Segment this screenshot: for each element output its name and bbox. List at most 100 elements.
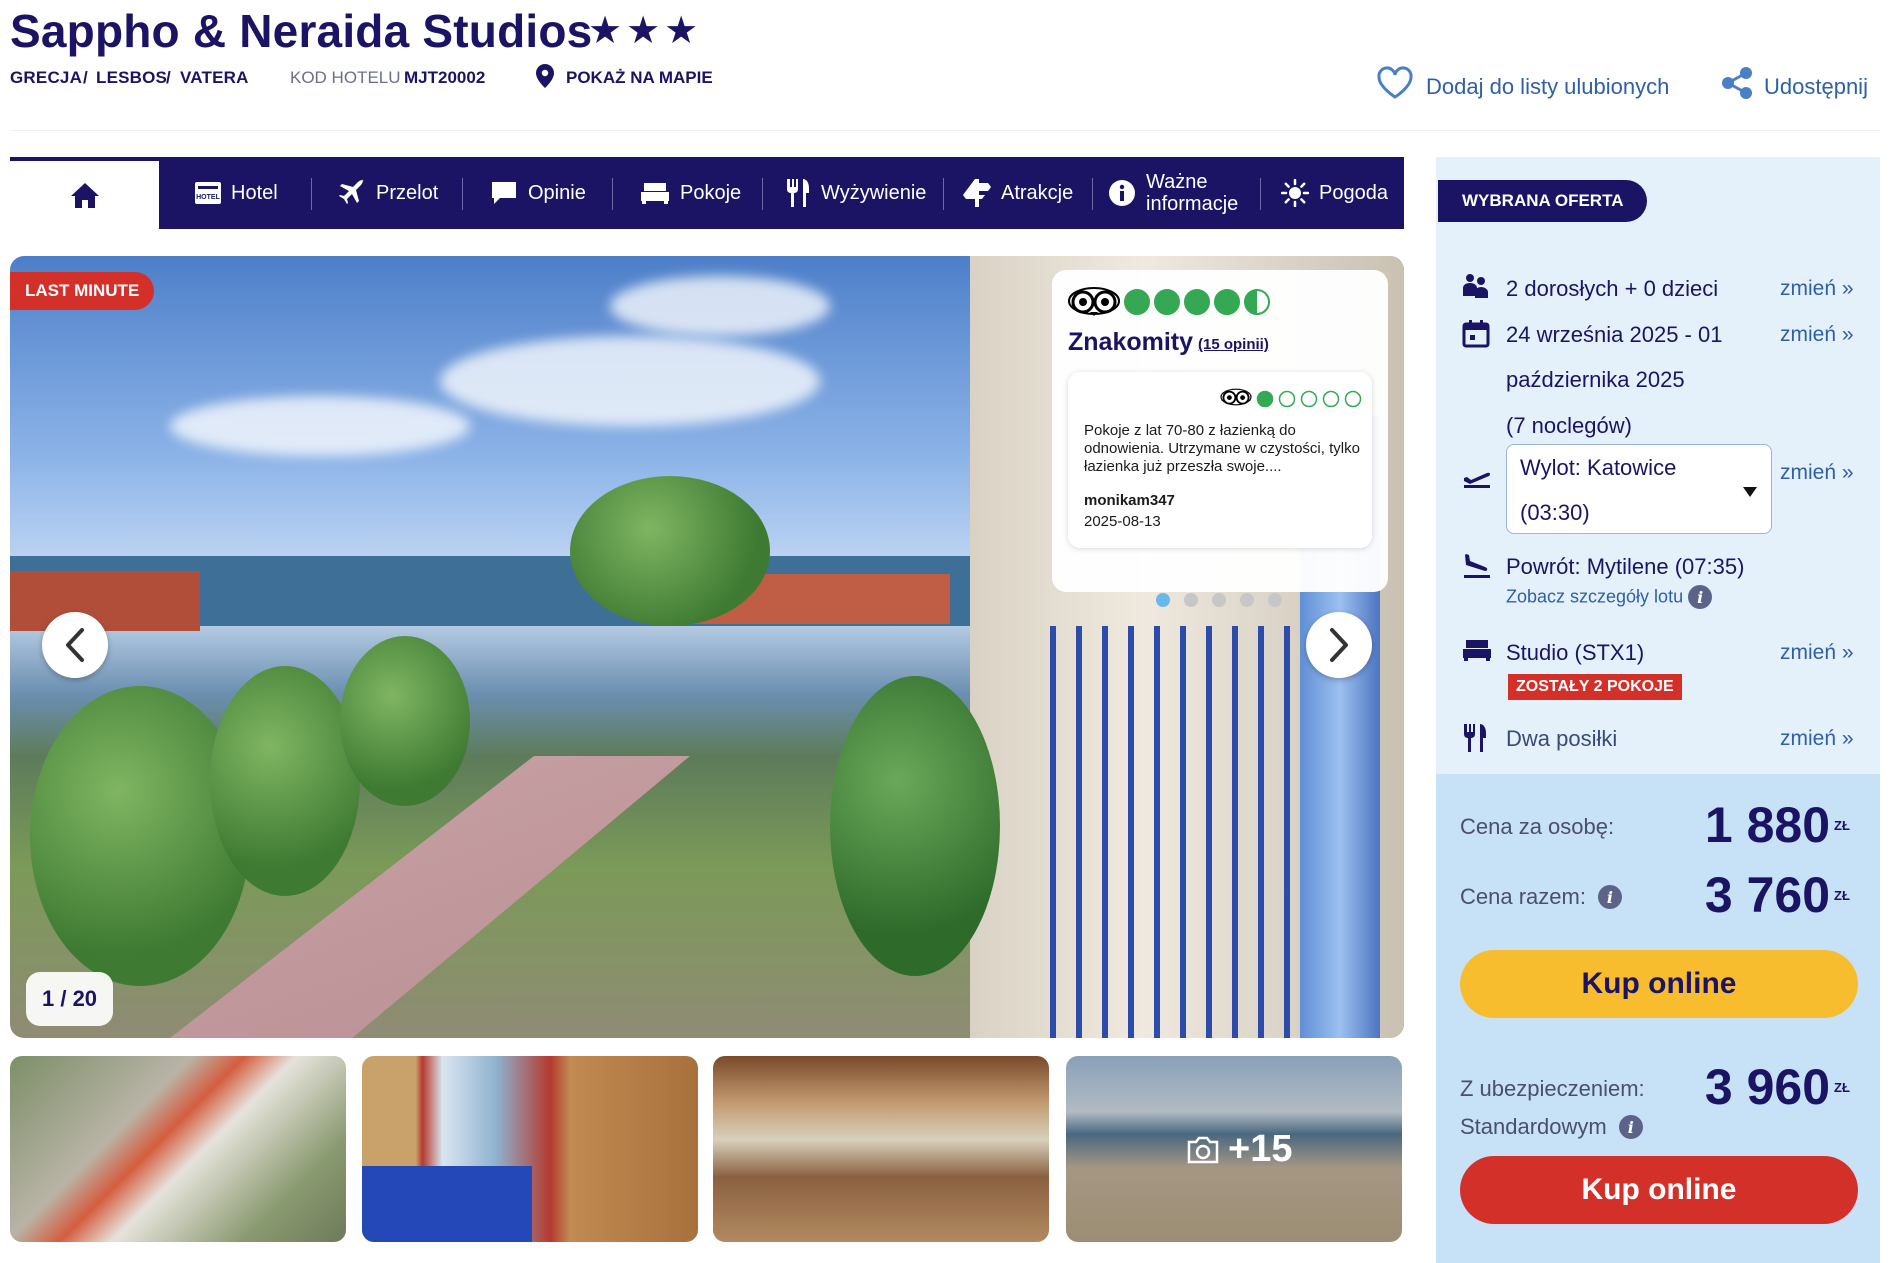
add-to-favorites-link[interactable]: Dodaj do listy ulubionych <box>1426 74 1669 100</box>
tab-label: Atrakcje <box>1001 181 1074 204</box>
departure-line-2: (03:30) <box>1520 500 1590 525</box>
buy-online-insured-button[interactable]: Kup online <box>1460 1156 1858 1224</box>
svg-text:HOTEL: HOTEL <box>196 194 220 201</box>
guests-summary: 2 dorosłych + 0 dzieci <box>1506 276 1719 301</box>
tab-flight[interactable]: Przelot <box>338 157 438 229</box>
selected-offer-tag: WYBRANA OFERTA <box>1438 180 1648 222</box>
carousel-dot[interactable] <box>1212 593 1226 607</box>
tab-reviews[interactable]: Opinie <box>490 157 586 229</box>
cutlery-icon <box>1462 724 1488 757</box>
tab-home[interactable] <box>10 161 159 229</box>
tab-label: Pogoda <box>1319 181 1388 204</box>
last-minute-badge: LAST MINUTE <box>10 272 155 310</box>
sun-icon <box>1281 179 1309 207</box>
room-type: Studio (STX1) <box>1506 640 1645 665</box>
hotel-code-label: KOD HOTELU <box>290 68 401 87</box>
next-photo-button[interactable] <box>1306 612 1372 678</box>
photo-cloud <box>440 336 820 426</box>
info-icon[interactable]: i <box>1618 1115 1643 1139</box>
show-on-map-link[interactable]: POKAŻ NA MAPIE <box>566 68 713 88</box>
currency: ZŁ <box>1834 1080 1850 1095</box>
info-icon: i <box>1688 585 1713 609</box>
carousel-dot[interactable] <box>1240 593 1254 607</box>
thumbnail-restaurant[interactable] <box>713 1056 1049 1242</box>
change-dates-link[interactable]: zmień » <box>1780 323 1854 347</box>
departure-plane-icon <box>1462 462 1492 493</box>
thumbnail-aerial[interactable] <box>10 1056 346 1242</box>
guests-icon <box>1462 272 1490 305</box>
currency: ZŁ <box>1834 818 1850 833</box>
departure-line-1: Wylot: Katowice <box>1520 455 1677 480</box>
tab-label: Opinie <box>528 181 586 204</box>
carousel-dot[interactable] <box>1184 593 1198 607</box>
cutlery-icon <box>785 179 811 207</box>
insurance-label: Z ubezpieczeniem: <box>1460 1076 1645 1101</box>
flight-details-link[interactable]: Zobacz szczegóły lotu i <box>1506 585 1713 609</box>
speech-bubble-icon <box>490 180 518 206</box>
tab-weather[interactable]: Pogoda <box>1281 157 1388 229</box>
home-icon <box>71 183 99 208</box>
share-icon[interactable] <box>1720 66 1754 105</box>
photo-cloud <box>170 396 470 456</box>
price-total-label: Cena razem: <box>1460 884 1586 909</box>
heart-icon[interactable] <box>1376 66 1414 105</box>
tab-hotel[interactable]: HOTEL Hotel <box>195 157 278 229</box>
tab-divider <box>762 178 763 210</box>
chevron-left-icon <box>66 628 84 662</box>
flight-details-label: Zobacz szczegóły lotu <box>1506 586 1684 607</box>
breadcrumb-country[interactable]: GRECJA <box>10 68 82 88</box>
tab-divider <box>612 178 613 210</box>
change-guests-link[interactable]: zmień » <box>1780 277 1854 301</box>
carousel-dot-active[interactable] <box>1156 593 1170 607</box>
info-icon <box>1108 179 1136 207</box>
photo-ivy <box>830 676 1000 976</box>
breadcrumb-city[interactable]: VATERA <box>180 68 249 88</box>
insurance-type-row: Standardowym i <box>1460 1114 1643 1140</box>
breadcrumb-sep: / <box>83 68 88 87</box>
review-count-link[interactable]: (15 opinii) <box>1198 336 1269 353</box>
breadcrumb-region[interactable]: LESBOS <box>96 68 167 88</box>
photo-counter: 1 / 20 <box>26 972 114 1026</box>
price-per-person-label: Cena za osobę: <box>1460 814 1615 839</box>
buy-online-button[interactable]: Kup online <box>1460 950 1858 1018</box>
thumbnail-room[interactable] <box>362 1056 698 1242</box>
change-flight-link[interactable]: zmień » <box>1780 461 1854 485</box>
signpost-icon <box>963 179 991 207</box>
rooms-left-badge: ZOSTAŁY 2 POKOJE <box>1508 674 1682 700</box>
tab-important-info[interactable]: Ważne informacje <box>1108 157 1246 229</box>
tab-label: Przelot <box>376 181 439 204</box>
departure-airport-select[interactable]: Wylot: Katowice (03:30) <box>1506 444 1772 534</box>
review-author: monikam347 <box>1084 492 1175 509</box>
photo-tree <box>570 476 770 626</box>
rating-label: Znakomity <box>1068 328 1194 356</box>
photo-tree <box>340 636 470 806</box>
prev-photo-button[interactable] <box>42 612 108 678</box>
review-rating-bubbles <box>1256 390 1366 413</box>
carousel-dot[interactable] <box>1268 593 1282 607</box>
share-link[interactable]: Udostępnij <box>1764 74 1868 100</box>
tab-board[interactable]: Wyżywienie <box>785 157 926 229</box>
change-board-link[interactable]: zmień » <box>1780 727 1854 751</box>
more-photos-indicator[interactable]: +15 <box>1186 1128 1292 1171</box>
tab-attractions[interactable]: Atrakcje <box>963 157 1073 229</box>
hotel-title: Sappho & Neraida Studios <box>10 5 593 57</box>
tab-label: Pokoje <box>680 181 742 204</box>
tab-divider <box>311 178 312 210</box>
thumbnail-bed <box>362 1166 532 1242</box>
change-room-link[interactable]: zmień » <box>1780 641 1854 665</box>
change-label: zmień <box>1780 461 1837 484</box>
tab-rooms[interactable]: Pokoje <box>640 157 741 229</box>
bed-icon <box>640 181 670 205</box>
info-icon[interactable]: i <box>1597 885 1622 909</box>
tripadvisor-owl-icon <box>1068 286 1120 321</box>
price-per-person: 1 880 <box>1704 797 1830 853</box>
calendar-icon <box>1462 320 1490 353</box>
tab-divider <box>1092 178 1093 210</box>
board-type: Dwa posiłki <box>1506 726 1618 751</box>
change-label: zmień <box>1780 641 1837 664</box>
more-photos-count: +15 <box>1228 1128 1293 1170</box>
hotel-code: MJT20002 <box>404 68 486 87</box>
plane-icon <box>338 179 366 207</box>
tab-divider <box>943 178 944 210</box>
tripadvisor-owl-icon <box>1220 388 1252 411</box>
